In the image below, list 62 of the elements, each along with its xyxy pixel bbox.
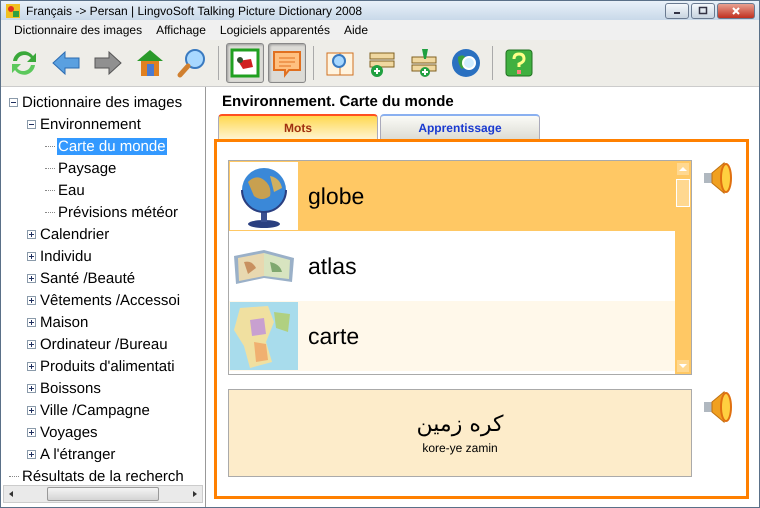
tree-item[interactable]: Prévisions météor bbox=[57, 204, 180, 220]
expander-icon[interactable] bbox=[27, 340, 36, 348]
expander-icon[interactable] bbox=[27, 362, 36, 370]
menu-item[interactable]: Logiciels apparentés bbox=[212, 23, 337, 37]
app-icon bbox=[5, 2, 21, 18]
expander-icon[interactable] bbox=[27, 318, 36, 326]
scroll-left-icon[interactable] bbox=[7, 490, 15, 498]
expander-icon[interactable] bbox=[27, 428, 36, 436]
scroll-right-icon[interactable] bbox=[191, 490, 199, 498]
tree-item[interactable]: Paysage bbox=[57, 160, 118, 176]
scroll-thumb[interactable] bbox=[47, 487, 159, 501]
expander-icon[interactable] bbox=[9, 98, 18, 106]
expander-icon[interactable] bbox=[27, 230, 36, 238]
horizontal-scrollbar[interactable] bbox=[3, 485, 203, 503]
expander-icon[interactable] bbox=[27, 252, 36, 260]
help-icon bbox=[503, 47, 535, 79]
minimize-icon bbox=[674, 12, 680, 14]
tree-item[interactable]: Dictionnaire des images bbox=[21, 94, 184, 110]
tree-item[interactable]: A l'étranger bbox=[39, 446, 116, 462]
expander-icon[interactable] bbox=[27, 296, 36, 304]
menu-item[interactable]: Aide bbox=[336, 23, 375, 37]
close-button[interactable] bbox=[717, 2, 755, 18]
tree-item[interactable]: Environnement bbox=[39, 116, 142, 132]
minimize-button[interactable] bbox=[665, 2, 689, 18]
tree-item[interactable]: Maison bbox=[39, 314, 90, 330]
expander-icon[interactable] bbox=[27, 274, 36, 282]
tree-item[interactable]: Produits d'alimentati bbox=[39, 358, 176, 374]
word-label: globe bbox=[308, 182, 364, 210]
word-label: carte bbox=[308, 322, 360, 350]
maximize-icon bbox=[698, 6, 708, 16]
menu-item[interactable]: Dictionnaire des images bbox=[7, 23, 150, 37]
tab[interactable]: Apprentissage bbox=[380, 114, 540, 139]
speaker-icon[interactable] bbox=[702, 160, 734, 196]
tree-item[interactable]: Vêtements /Accessoi bbox=[39, 292, 182, 308]
tree-item[interactable]: Résultats de la recherch bbox=[21, 468, 185, 484]
word-row[interactable]: globe bbox=[229, 161, 675, 231]
tree-item[interactable]: Ville /Campagne bbox=[39, 402, 151, 418]
section-heading: Environnement. Carte du monde bbox=[221, 93, 455, 112]
expander-icon[interactable] bbox=[27, 120, 36, 128]
menu-item[interactable]: Affichage bbox=[149, 23, 213, 37]
tree-item[interactable]: Boissons bbox=[39, 380, 102, 396]
expander-icon[interactable] bbox=[27, 450, 36, 458]
tree-item[interactable]: Individu bbox=[39, 248, 93, 264]
tree-item[interactable]: Ordinateur /Bureau bbox=[39, 336, 169, 352]
maximize-button[interactable] bbox=[691, 2, 715, 18]
magnifier-icon bbox=[176, 47, 208, 79]
expander-icon[interactable] bbox=[27, 406, 36, 414]
tree-item[interactable]: Eau bbox=[57, 182, 86, 198]
text-view-button[interactable] bbox=[268, 43, 306, 83]
word-label: atlas bbox=[308, 252, 357, 280]
speaker-icon[interactable] bbox=[702, 389, 734, 425]
tab[interactable]: Mots bbox=[218, 114, 378, 139]
expander-icon[interactable] bbox=[27, 384, 36, 392]
tree-item[interactable]: Calendrier bbox=[39, 226, 110, 242]
window-title: Français -> Persan | LingvoSoft Talking Picture Dictionary 2008 bbox=[26, 4, 362, 18]
close-icon bbox=[731, 6, 741, 16]
tree-item[interactable]: Voyages bbox=[39, 424, 99, 440]
word-row[interactable]: carte bbox=[229, 301, 675, 371]
tree-item[interactable]: Santé /Beauté bbox=[39, 270, 136, 286]
picture-view-button[interactable] bbox=[226, 43, 264, 83]
translation-text: کره زمین bbox=[416, 412, 504, 436]
transliteration-text: kore-ye zamin bbox=[422, 440, 498, 454]
